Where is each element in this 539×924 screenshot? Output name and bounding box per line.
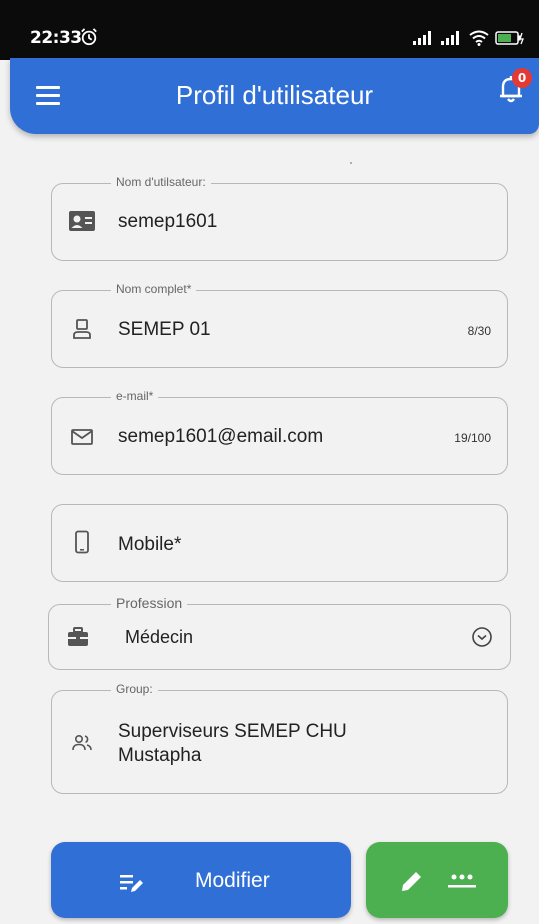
edit-password-button[interactable] [366,842,508,918]
username-value: semep1601 [118,211,218,232]
status-icons [413,30,525,46]
mobile-field[interactable]: Mobile* [51,504,508,582]
group-value-line1: Superviseurs SEMEP CHU [118,721,347,742]
people-icon [72,735,92,751]
fullname-field[interactable]: Nom complet* SEMEP 01 8/30 [51,282,508,368]
modify-button-label: Modifier [195,869,270,892]
person-icon [73,319,91,339]
mobile-placeholder: Mobile* [118,534,182,555]
password-dots-icon [448,874,476,888]
email-value: semep1601@email.com [118,426,324,447]
fullname-value: SEMEP 01 [118,319,211,340]
phone-icon [75,530,89,554]
divider-dot [350,162,352,164]
battery-icon [495,31,524,45]
notification-badge: 0 [512,68,532,88]
app-bar: Profil d'utilisateur 0 [10,58,539,134]
profession-value: Médecin [125,627,194,647]
chevron-down-circle-icon [472,627,492,647]
email-counter: 19/100 [454,431,491,445]
alarm-icon [81,28,97,46]
profession-label: Profession [111,595,188,611]
contact-card-icon [69,211,95,231]
group-label: Group: [111,682,158,696]
username-field[interactable]: Nom d'utilsateur: semep1601 [51,175,508,261]
notifications-button[interactable]: 0 [498,68,532,110]
fullname-label: Nom complet* [111,282,197,296]
fullname-counter: 8/30 [467,324,491,338]
signal-icon-2 [441,31,459,45]
profession-select[interactable]: Profession Médecin [48,595,511,670]
mail-icon [71,429,93,445]
pencil-icon [402,872,421,891]
status-time: 22:33 [30,28,82,48]
wifi-icon [469,30,489,46]
page-title: Profil d'utilisateur [175,80,374,110]
group-value-line2: Mustapha [118,745,202,766]
username-label: Nom d'utilsateur: [111,175,211,189]
briefcase-icon [68,627,88,646]
email-label: e-mail* [111,389,159,403]
signal-icon [413,31,431,45]
status-bar: 22:33 [0,0,539,60]
group-field[interactable]: Group: Superviseurs SEMEP CHU Mustapha [51,682,508,794]
email-field[interactable]: e-mail* semep1601@email.com 19/100 [51,389,508,475]
modify-button[interactable]: Modifier [51,842,351,918]
edit-list-icon [120,875,143,892]
